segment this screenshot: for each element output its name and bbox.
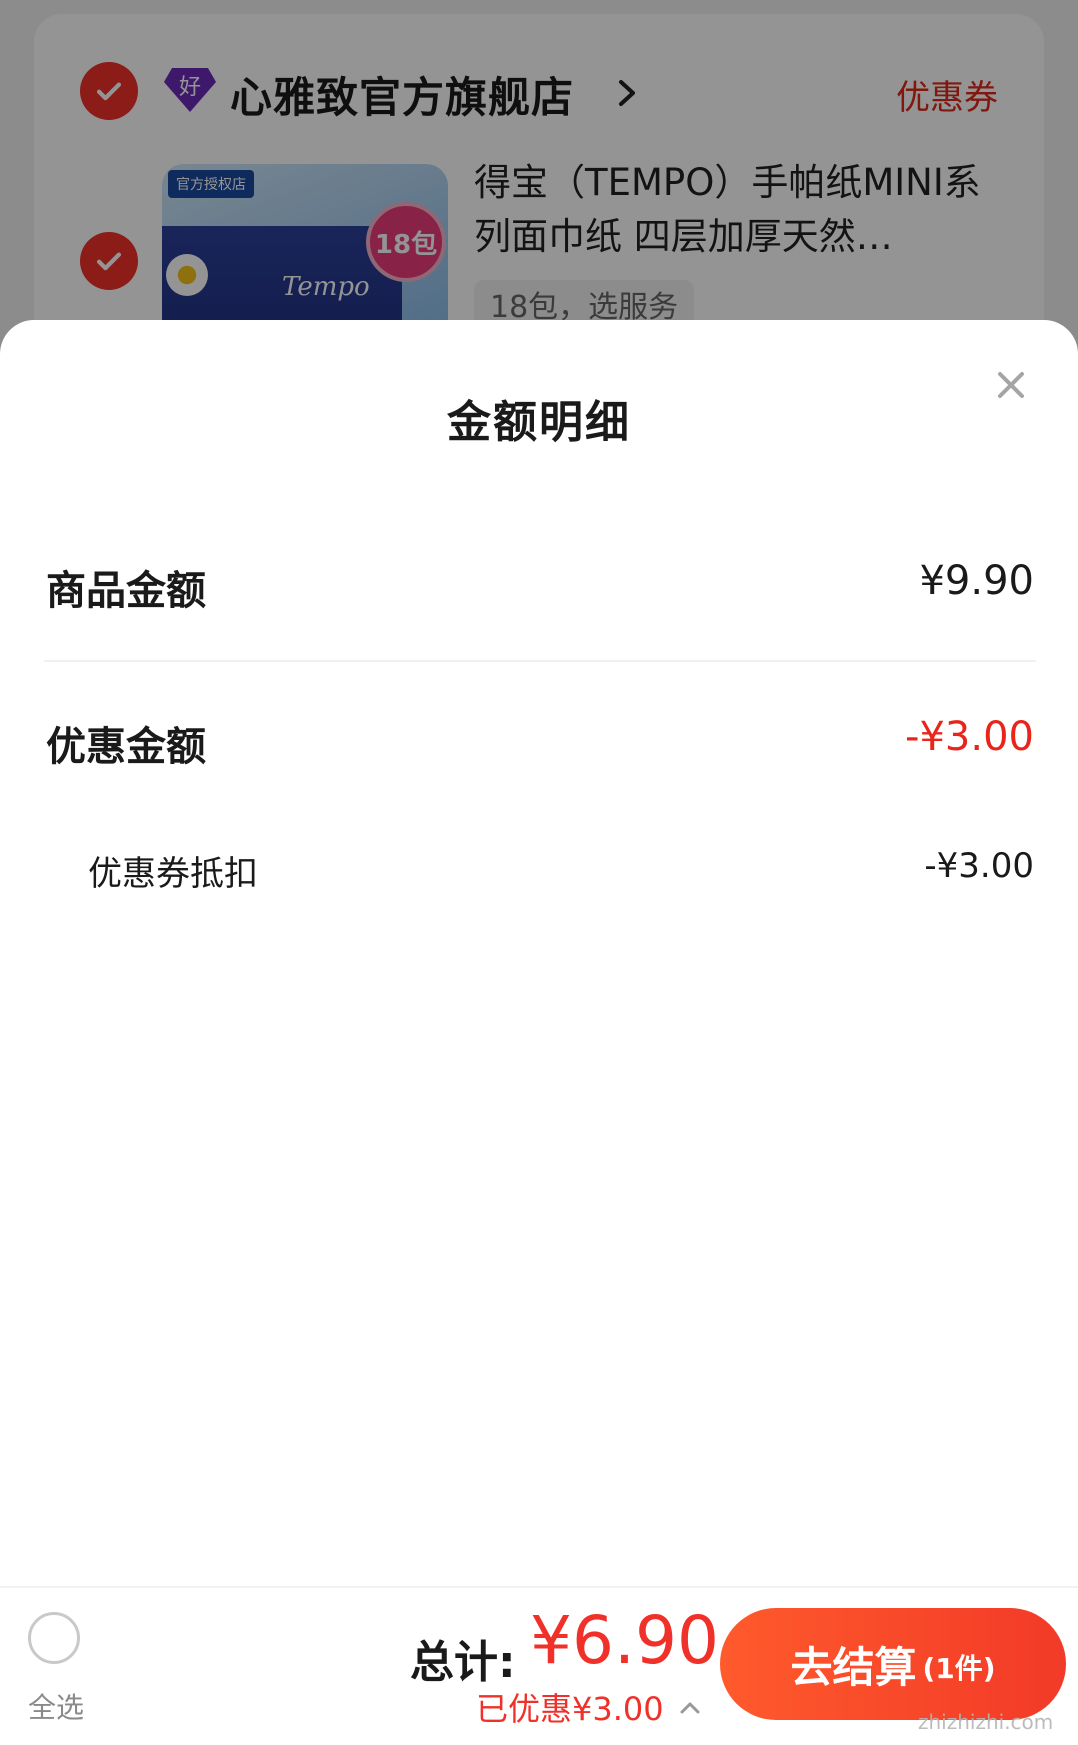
checkout-bar: 全选 总计: ¥6.90 已优惠¥3.00 去结算 (1件) — [0, 1586, 1078, 1745]
total-amount: ¥6.90 — [530, 1602, 719, 1679]
select-all-label[interactable]: 全选 — [28, 1686, 84, 1726]
coupon-deduct-value: -¥3.00 — [924, 846, 1034, 886]
select-all-checkbox[interactable] — [28, 1612, 80, 1664]
savings-text: 已优惠¥3.00 — [476, 1690, 664, 1728]
sheet-title: 金额明细 — [447, 397, 631, 448]
chevron-up-icon — [680, 1702, 700, 1714]
checkout-button[interactable]: 去结算 (1件) — [720, 1608, 1066, 1720]
watermark: zhizhizhi.com — [918, 1710, 1054, 1734]
divider — [44, 660, 1036, 662]
discount-amount-label: 优惠金额 — [46, 724, 206, 770]
checkout-label: 去结算 — [790, 1642, 917, 1692]
total-label: 总计: — [410, 1637, 516, 1688]
discount-amount-value: -¥3.00 — [905, 714, 1034, 760]
discount-amount-row: 优惠金额 -¥3.00 — [46, 714, 1034, 770]
coupon-deduct-label: 优惠券抵扣 — [88, 854, 258, 894]
checkout-count: (1件) — [922, 1652, 996, 1685]
close-icon[interactable] — [988, 362, 1034, 408]
goods-amount-label: 商品金额 — [46, 568, 206, 614]
goods-amount-row: 商品金额 ¥9.90 — [46, 558, 1034, 614]
goods-amount-value: ¥9.90 — [919, 558, 1034, 604]
amount-detail-sheet: 金额明细 商品金额 ¥9.90 优惠金额 -¥3.00 优惠券抵扣 -¥3.00 — [0, 320, 1078, 1743]
savings-toggle[interactable]: 已优惠¥3.00 — [476, 1684, 702, 1730]
